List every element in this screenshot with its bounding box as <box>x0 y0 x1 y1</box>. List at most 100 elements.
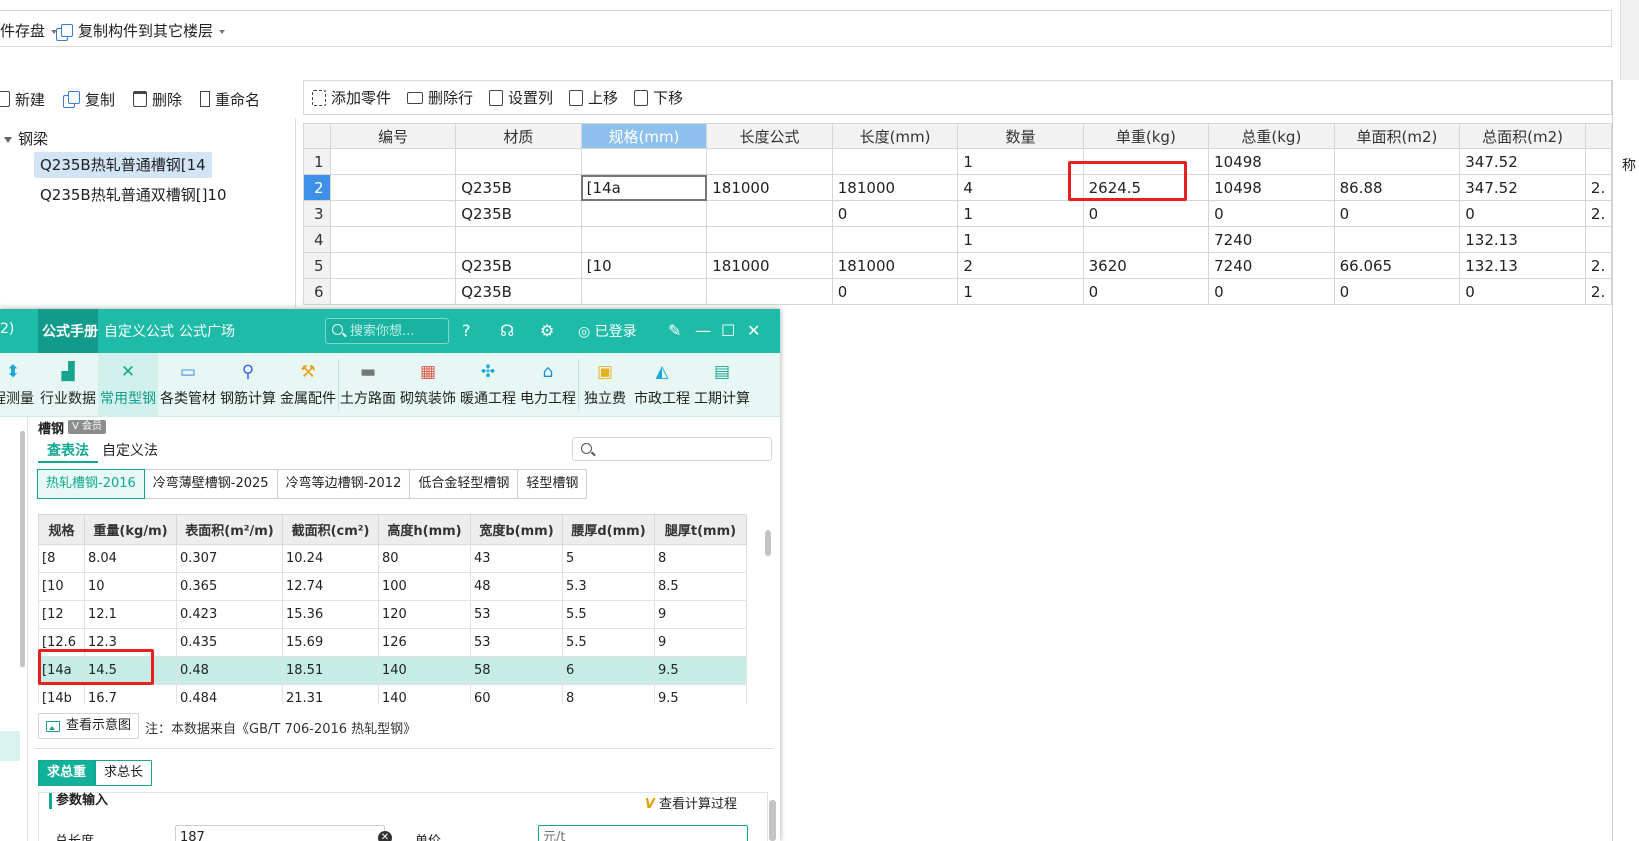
grid-cell[interactable] <box>329 278 457 305</box>
grid-cell[interactable] <box>1584 148 1612 175</box>
view-calc-process-link[interactable]: V 查看计算过程 <box>645 793 737 812</box>
grid-row[interactable]: 3 Q235B 0 1 0 0 0 0 2. <box>303 200 1612 227</box>
grid-cell[interactable] <box>1584 226 1612 253</box>
grid-column-header[interactable]: 材质 <box>455 123 582 149</box>
view-diagram-button[interactable]: 查看示意图 <box>38 713 140 739</box>
category-power[interactable]: ⌂ 电力工程 <box>518 353 578 417</box>
spec-column-header[interactable]: 表面积(m²/m) <box>176 514 283 545</box>
grid-column-header[interactable]: 数量 <box>957 123 1084 149</box>
unit-price-input[interactable] <box>538 825 748 841</box>
category-brick[interactable]: ▦ 砌筑装饰 <box>398 353 458 417</box>
copy-to-floor-button[interactable]: 复制构件到其它楼层 <box>56 20 226 41</box>
grid-row-number[interactable]: 3 <box>303 200 331 227</box>
spec-column-header[interactable]: 规格 <box>38 514 85 545</box>
grid-cell[interactable]: Q235B <box>455 174 582 201</box>
grid-cell[interactable]: 0 <box>831 278 959 305</box>
tree-item-channel-14[interactable]: Q235B热轧普通槽钢[14 <box>34 152 212 178</box>
tab-total-length[interactable]: 求总长 <box>95 760 153 786</box>
minimize-icon[interactable]: — <box>695 321 711 340</box>
spec-column-header[interactable]: 截面积(cm²) <box>282 514 379 545</box>
spec-table-scrollbar[interactable] <box>765 530 771 556</box>
tab-formula-square[interactable]: 公式广场 <box>179 321 235 341</box>
grid-cell[interactable] <box>329 252 457 279</box>
spec-row[interactable]: [12 12.1 0.423 15.36 120 53 5.5 9 <box>38 600 747 629</box>
grid-cell[interactable]: 0 <box>1459 200 1586 227</box>
clear-icon[interactable]: ✕ <box>378 831 392 841</box>
new-button[interactable]: 新建 <box>0 89 45 110</box>
add-part-button[interactable]: 添加零件 <box>312 87 391 108</box>
save-menu-button[interactable]: 件存盘 <box>0 20 58 41</box>
pin-icon[interactable]: ✎ <box>668 321 681 340</box>
grid-column-header[interactable]: 规格(mm) <box>580 123 708 149</box>
category-fee[interactable]: ▣ 独立费 <box>578 353 632 417</box>
grid-cell[interactable]: Q235B <box>455 278 582 305</box>
grid-cell[interactable] <box>1082 148 1210 175</box>
grid-column-header[interactable]: 长度公式 <box>706 123 833 149</box>
category-municipal[interactable]: ◭ 市政工程 <box>632 353 692 417</box>
grid-cell[interactable]: 0 <box>1333 278 1461 305</box>
window-search[interactable] <box>325 318 449 344</box>
grid-cell[interactable]: 347.52 <box>1459 148 1586 175</box>
tab-lookup-method[interactable]: 查表法 <box>47 440 89 460</box>
sidebar-selected-item[interactable] <box>0 731 20 761</box>
grid-cell[interactable]: 0 <box>1333 200 1461 227</box>
grid-cell[interactable]: [14a <box>580 174 708 201</box>
grid-cell[interactable]: 0 <box>1208 200 1335 227</box>
grid-cell[interactable] <box>329 174 457 201</box>
delete-row-button[interactable]: 删除行 <box>407 87 473 108</box>
tree-item-double-channel-10[interactable]: Q235B热轧普通双槽钢[]10 <box>34 182 233 208</box>
grid-cell[interactable]: 10498 <box>1208 148 1335 175</box>
grid-row[interactable]: 1 1 10498 347.52 <box>303 148 1612 175</box>
grid-cell[interactable]: 2624.5 <box>1082 174 1210 201</box>
grid-cell[interactable] <box>580 278 708 305</box>
grid-cell[interactable] <box>1333 148 1461 175</box>
window-search-input[interactable] <box>350 322 444 340</box>
move-down-button[interactable]: 下移 <box>634 87 683 108</box>
grid-cell[interactable]: 181000 <box>706 174 833 201</box>
grid-cell[interactable]: 347.52 <box>1459 174 1586 201</box>
grid-cell[interactable]: 86.88 <box>1333 174 1461 201</box>
grid-row[interactable]: 4 1 7240 132.13 <box>303 226 1612 253</box>
grid-cell[interactable]: 1 <box>957 200 1084 227</box>
standard-tab[interactable]: 热轧槽钢-2016 <box>37 469 145 499</box>
user-login-status[interactable]: ◎ 已登录 <box>578 321 637 341</box>
grid-cell[interactable]: 2. <box>1584 200 1612 227</box>
delete-button[interactable]: 删除 <box>133 89 182 110</box>
standard-tab[interactable]: 低合金轻型槽钢 <box>409 469 519 499</box>
grid-cell[interactable] <box>329 148 457 175</box>
tree-root-steel-beam[interactable]: 钢梁 <box>4 128 48 149</box>
grid-cell[interactable]: 181000 <box>706 252 833 279</box>
grid-row-number[interactable]: 1 <box>303 148 331 175</box>
grid-cell[interactable]: 0 <box>1208 278 1335 305</box>
grid-column-header[interactable]: 编号 <box>329 123 457 149</box>
grid-cell[interactable]: 0 <box>1082 200 1210 227</box>
grid-row-number[interactable]: 4 <box>303 226 331 253</box>
grid-cell[interactable] <box>580 200 708 227</box>
grid-row[interactable]: 6 Q235B 0 1 0 0 0 0 2. <box>303 278 1612 305</box>
tab-formula-handbook[interactable]: 公式手册 <box>42 321 98 341</box>
spec-column-header[interactable]: 重量(kg/m) <box>84 514 177 545</box>
standard-tab[interactable]: 冷弯等边槽钢-2012 <box>276 469 411 499</box>
standard-tab[interactable]: 轻型槽钢 <box>517 469 588 499</box>
grid-cell[interactable] <box>1082 226 1210 253</box>
category-pipe[interactable]: ▭ 各类管材 <box>158 353 218 417</box>
grid-column-header[interactable]: 总面积(m2) <box>1459 123 1586 149</box>
grid-cell[interactable] <box>329 200 457 227</box>
grid-cell[interactable]: 2. <box>1584 174 1612 201</box>
grid-cell[interactable]: 2 <box>957 252 1084 279</box>
maximize-icon[interactable]: ☐ <box>721 321 735 340</box>
grid-column-header[interactable] <box>1584 123 1612 149</box>
grid-cell[interactable] <box>706 148 833 175</box>
grid-cell[interactable]: 132.13 <box>1459 252 1586 279</box>
spec-row[interactable]: [14b 16.7 0.484 21.31 140 60 8 9.5 <box>38 684 747 704</box>
grid-cell[interactable]: 66.065 <box>1333 252 1461 279</box>
spec-column-header[interactable]: 高度h(mm) <box>378 514 471 545</box>
grid-column-header[interactable]: 总重(kg) <box>1208 123 1335 149</box>
close-icon[interactable]: ✕ <box>747 321 760 340</box>
category-rebar[interactable]: ⚲ 钢筋计算 <box>218 353 278 417</box>
grid-cell[interactable]: Q235B <box>455 252 582 279</box>
grid-cell[interactable] <box>831 226 959 253</box>
grid-cell[interactable]: [10 <box>580 252 708 279</box>
grid-cell[interactable]: 10498 <box>1208 174 1335 201</box>
help-icon[interactable]: ? <box>462 321 471 340</box>
